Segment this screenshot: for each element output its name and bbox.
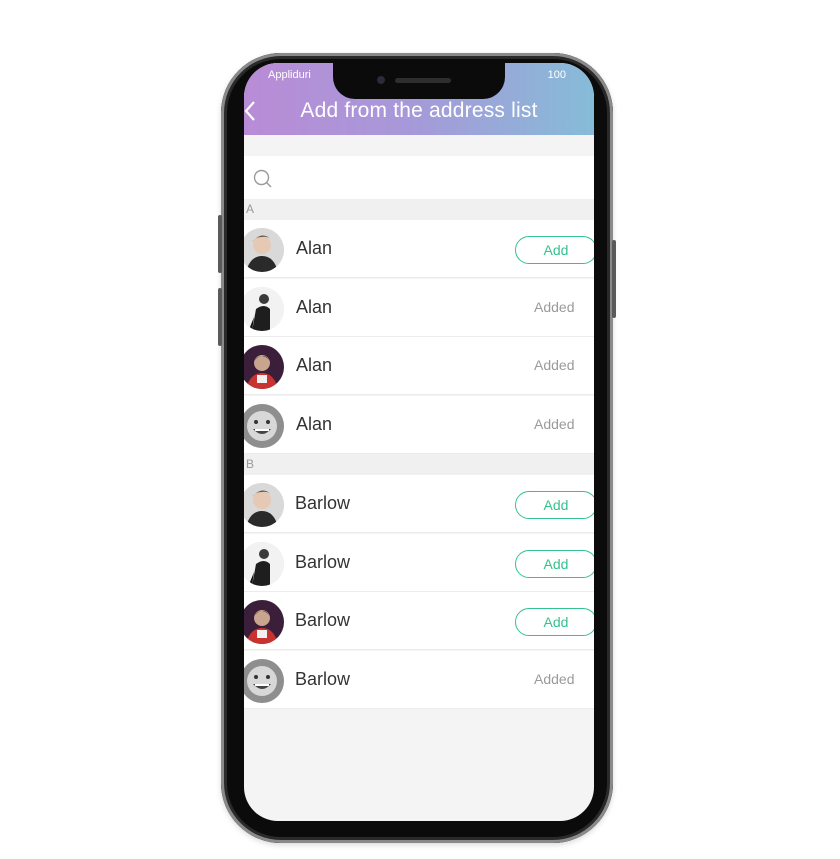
camera-icon bbox=[377, 76, 385, 84]
man-in-suit-avatar bbox=[244, 541, 284, 586]
page-title: Add from the address list bbox=[300, 99, 538, 122]
add-contact-button[interactable]: Add bbox=[515, 549, 594, 578]
speaker-grille bbox=[395, 78, 451, 83]
contact-name: Barlow bbox=[295, 551, 351, 572]
contact-row[interactable]: Barlow Add bbox=[244, 592, 594, 650]
volume-up-button bbox=[218, 215, 222, 273]
carrier-label: Appliduri bbox=[268, 69, 311, 81]
contact-name: Alan bbox=[296, 238, 333, 258]
person-red-jacket-avatar bbox=[244, 345, 284, 389]
power-button bbox=[612, 240, 616, 318]
contact-row[interactable]: Alan Added bbox=[244, 278, 594, 337]
contact-row[interactable]: Barlow Add bbox=[244, 475, 594, 533]
contact-row[interactable]: Alan Added bbox=[244, 337, 594, 395]
contact-row[interactable]: Alan Added bbox=[244, 395, 594, 454]
phone-screen: Appliduri 100 Add from the address list … bbox=[244, 63, 594, 821]
add-contact-button[interactable]: Add bbox=[515, 608, 594, 636]
add-contact-button[interactable]: Add bbox=[515, 491, 594, 519]
contact-name: Alan bbox=[296, 296, 333, 317]
contact-name: Barlow bbox=[295, 668, 351, 689]
added-status: Added bbox=[534, 298, 575, 315]
volume-down-button bbox=[218, 288, 222, 346]
added-status: Added bbox=[534, 415, 575, 432]
person-red-jacket-avatar bbox=[244, 600, 284, 644]
contact-row[interactable]: Alan Add bbox=[244, 220, 594, 278]
contact-name: Alan bbox=[296, 413, 333, 434]
contact-row[interactable]: Barlow Added bbox=[244, 650, 594, 709]
search-icon bbox=[253, 169, 273, 194]
section-header: A bbox=[244, 199, 594, 220]
added-status: Added bbox=[534, 670, 575, 687]
contact-name: Alan bbox=[296, 355, 333, 375]
search-input[interactable] bbox=[244, 156, 594, 199]
battery-label: 100 bbox=[547, 69, 566, 81]
added-status: Added bbox=[534, 357, 575, 373]
contact-name: Barlow bbox=[295, 493, 351, 513]
section-header: B bbox=[244, 454, 594, 475]
grinning-face-avatar bbox=[244, 403, 284, 448]
young-man-avatar bbox=[244, 483, 284, 527]
phone-notch bbox=[333, 63, 505, 99]
man-in-suit-avatar bbox=[244, 286, 284, 331]
contact-name: Barlow bbox=[295, 610, 351, 630]
contact-row[interactable]: Barlow Add bbox=[244, 533, 594, 592]
add-contact-button[interactable]: Add bbox=[515, 236, 594, 264]
grinning-face-avatar bbox=[244, 658, 284, 703]
young-man-avatar bbox=[244, 228, 284, 272]
